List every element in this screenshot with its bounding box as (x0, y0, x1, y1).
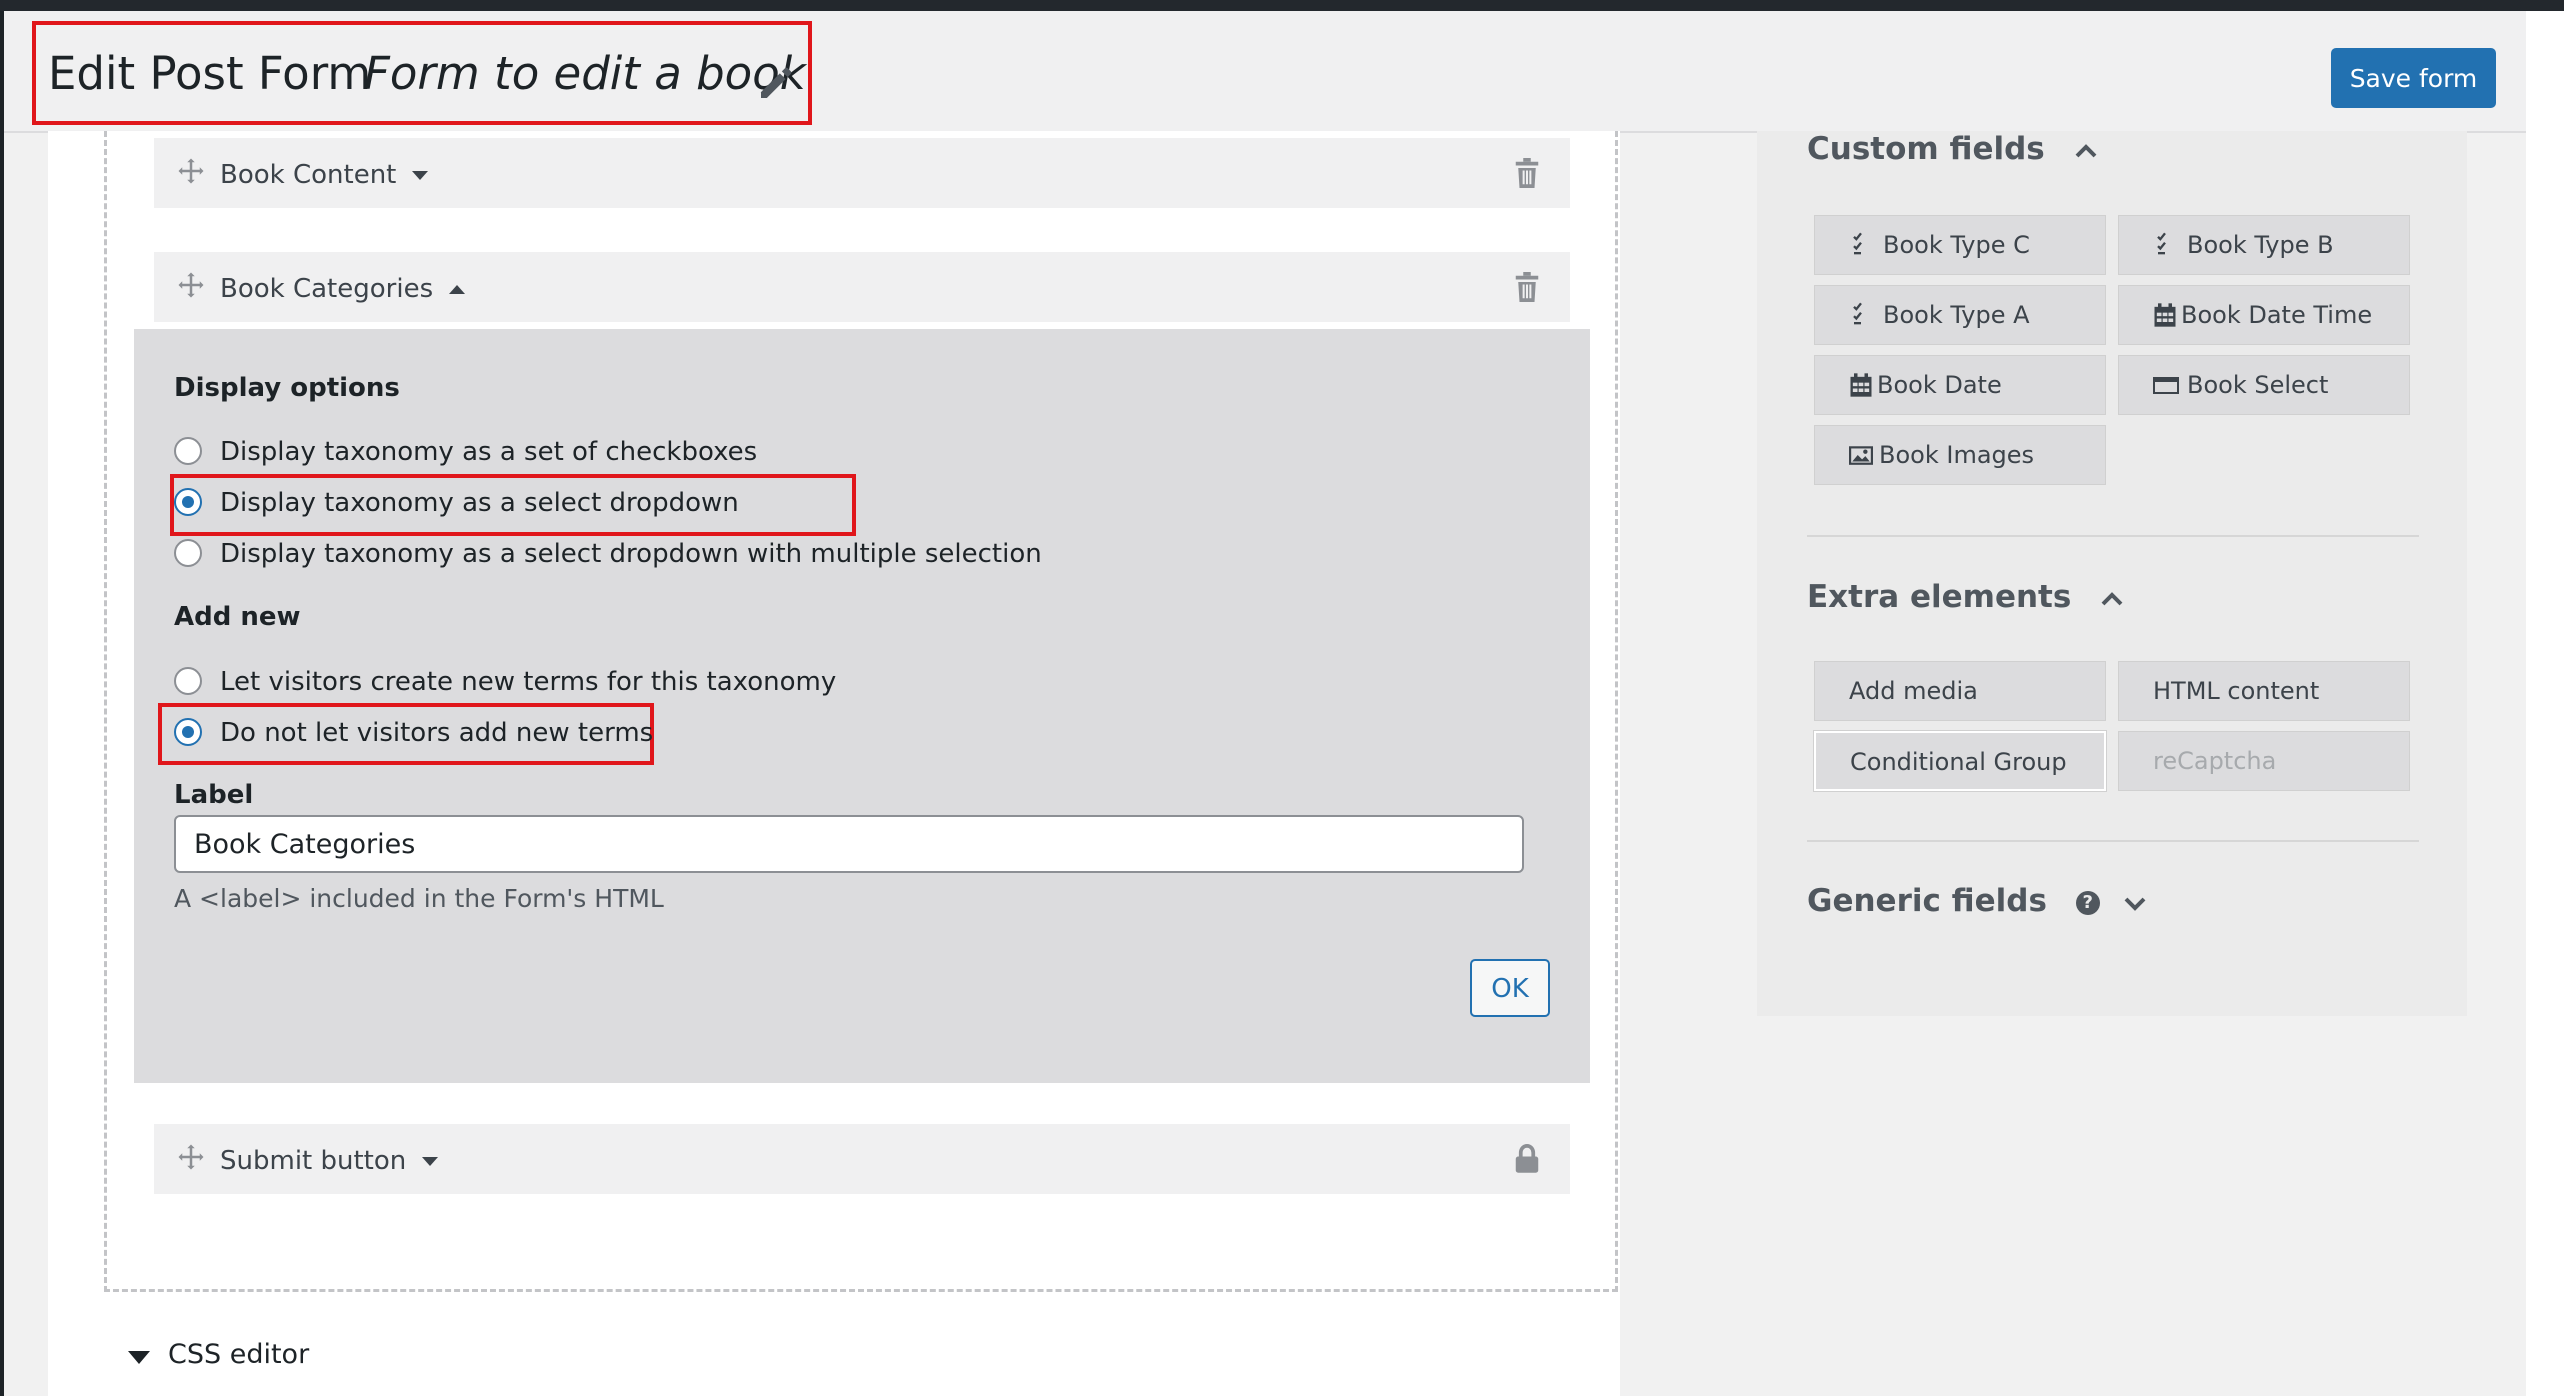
caret-down-icon (422, 1157, 439, 1166)
custom-fields-heading[interactable]: Custom fields (1807, 131, 2098, 167)
triangle-down-icon[interactable] (128, 1351, 150, 1364)
field-button-label[interactable]: Book Type B (2187, 216, 2334, 274)
element-button-label[interactable]: Add media (1849, 662, 1978, 720)
trash-icon[interactable] (1514, 158, 1540, 188)
chevron-up-icon[interactable] (2074, 139, 2098, 163)
right-edge (2526, 11, 2564, 1396)
page-title: Edit Post Form (48, 47, 372, 100)
radio-button[interactable] (174, 667, 202, 695)
chevron-up-icon[interactable] (2100, 587, 2124, 611)
field-book-categories[interactable]: Book Categories (154, 252, 1570, 322)
move-icon[interactable] (176, 156, 206, 186)
fields-sidebar: Custom fields Book Type C Book Type B Bo… (1757, 131, 2467, 1016)
field-label[interactable]: Submit button (220, 1146, 439, 1176)
extra-elements-heading[interactable]: Extra elements (1807, 579, 2124, 615)
divider (1807, 535, 2419, 537)
radio-label[interactable]: Display taxonomy as a select dropdown wi… (220, 539, 1042, 569)
label-input[interactable] (174, 815, 1524, 873)
element-button-label[interactable]: HTML content (2153, 662, 2319, 720)
checklist-icon (1853, 302, 1862, 325)
field-button-book-type-c[interactable]: Book Type C (1814, 215, 2106, 275)
left-edge (0, 11, 4, 1396)
help-icon[interactable]: ? (2075, 890, 2100, 915)
field-button-book-images[interactable]: Book Images (1814, 425, 2106, 485)
field-button-label[interactable]: Book Select (2187, 356, 2328, 414)
field-label[interactable]: Book Content (220, 160, 429, 190)
field-button-book-date[interactable]: Book Date (1814, 355, 2106, 415)
move-icon[interactable] (176, 1142, 206, 1172)
radio-button[interactable] (174, 437, 202, 465)
field-submit-button[interactable]: Submit button (154, 1124, 1570, 1194)
chevron-down-icon[interactable] (2123, 891, 2147, 915)
element-button-add-media[interactable]: Add media (1814, 661, 2106, 721)
element-button-html-content[interactable]: HTML content (2118, 661, 2410, 721)
field-button-label[interactable]: Book Date (1877, 356, 2002, 414)
element-button-conditional-group[interactable]: Conditional Group (1814, 731, 2106, 791)
pencil-icon[interactable] (756, 63, 796, 103)
field-button-book-date-time[interactable]: Book Date Time (2118, 285, 2410, 345)
checklist-icon (1853, 232, 1862, 255)
select-icon (2153, 377, 2179, 394)
field-button-label[interactable]: Book Type C (1883, 216, 2030, 274)
field-button-book-type-a[interactable]: Book Type A (1814, 285, 2106, 345)
generic-fields-heading[interactable]: Generic fields ? (1807, 883, 2147, 919)
element-button-recaptcha: reCaptcha (2118, 731, 2410, 791)
radio-label[interactable]: Display taxonomy as a set of checkboxes (220, 437, 757, 467)
lock-icon (1515, 1144, 1539, 1173)
label-heading: Label (174, 780, 254, 810)
divider (1807, 840, 2419, 842)
radio-button[interactable] (174, 539, 202, 567)
radio-label[interactable]: Display taxonomy as a select dropdown (220, 488, 739, 518)
calendar-icon (1850, 373, 1872, 397)
trash-icon[interactable] (1514, 272, 1540, 302)
field-label[interactable]: Book Categories (220, 274, 466, 304)
radio-label[interactable]: Let visitors create new terms for this t… (220, 667, 836, 697)
label-help-text: A <label> included in the Form's HTML (174, 884, 664, 913)
display-options-heading: Display options (174, 373, 400, 403)
field-button-book-type-b[interactable]: Book Type B (2118, 215, 2410, 275)
caret-down-icon (412, 171, 429, 180)
checklist-icon (2157, 232, 2166, 255)
image-icon (1849, 446, 1873, 465)
ok-button[interactable]: OK (1470, 959, 1550, 1017)
element-button-label: reCaptcha (2153, 747, 2277, 775)
caret-up-icon (449, 285, 466, 294)
page-header: Edit Post Form Form to edit a book Save … (4, 11, 2526, 133)
radio-button-selected[interactable] (174, 718, 202, 746)
radio-label[interactable]: Do not let visitors add new terms (220, 718, 653, 748)
radio-button-selected[interactable] (174, 488, 202, 516)
calendar-icon (2154, 303, 2176, 327)
top-bar (0, 0, 2564, 11)
css-editor-toggle[interactable]: CSS editor (168, 1339, 309, 1370)
field-button-label[interactable]: Book Type A (1883, 286, 2030, 344)
field-button-label[interactable]: Book Date Time (2181, 286, 2372, 344)
book-categories-options-panel: Display options Display taxonomy as a se… (134, 329, 1590, 1083)
element-button-label[interactable]: Conditional Group (1850, 733, 2067, 791)
form-name[interactable]: Form to edit a book (364, 47, 806, 100)
save-form-button[interactable]: Save form (2331, 48, 2496, 108)
move-icon[interactable] (176, 270, 206, 300)
field-button-book-select[interactable]: Book Select (2118, 355, 2410, 415)
field-book-content[interactable]: Book Content (154, 138, 1570, 208)
field-button-label[interactable]: Book Images (1879, 426, 2034, 484)
add-new-heading: Add new (174, 602, 301, 632)
